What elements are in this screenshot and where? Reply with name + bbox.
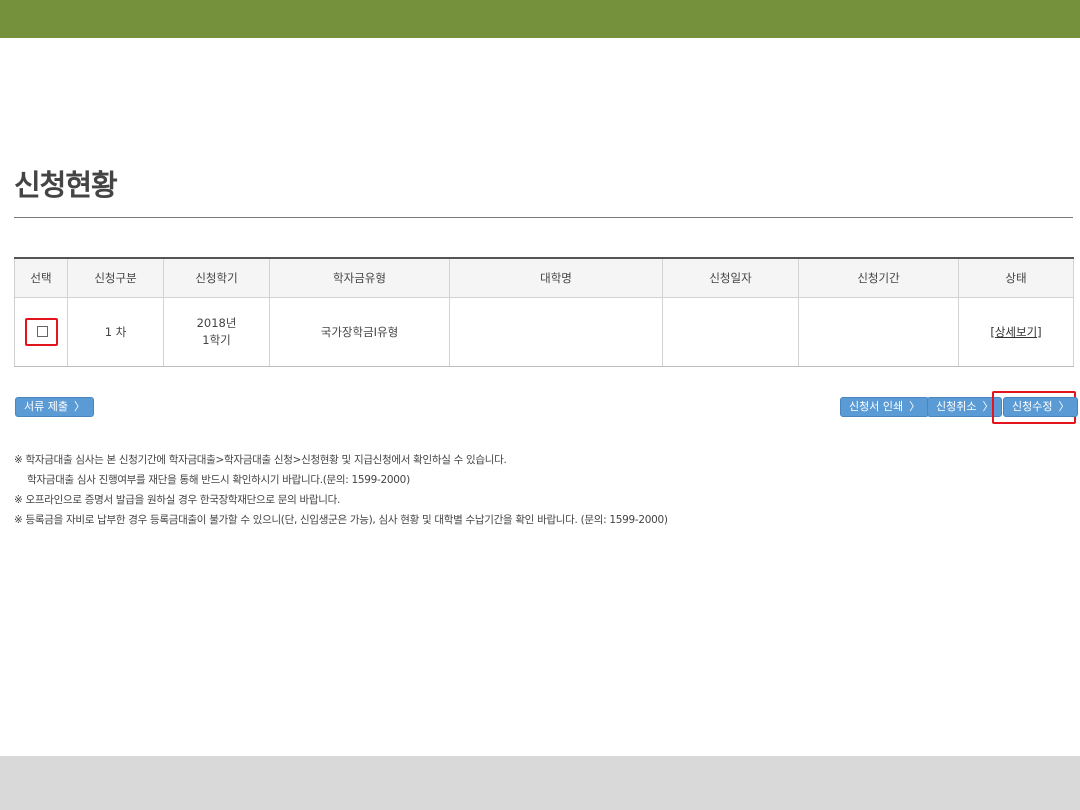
header-apply-date: 신청일자: [662, 258, 799, 298]
submit-documents-label: 서류 제출: [24, 400, 68, 413]
title-divider: [14, 217, 1073, 218]
chevron-right-icon: 〉: [73, 400, 85, 413]
chevron-right-icon: 〉: [909, 400, 921, 413]
cancel-application-label: 신청취소: [936, 400, 977, 413]
cell-loan-type: 국가장학금I유형: [269, 297, 450, 367]
header-apply-period: 신청기간: [798, 258, 959, 298]
bottom-bar: [0, 756, 1080, 810]
notice-line: ※ 학자금대출 심사는 본 신청기간에 학자금대출>학자금대출 신청>신청현황 …: [14, 454, 507, 466]
print-application-label: 신청서 인쇄: [849, 400, 904, 413]
page-title: 신청현황: [14, 168, 118, 202]
cell-status: [상세보기]: [958, 297, 1074, 367]
cell-apply-period: [798, 297, 959, 367]
submit-documents-button[interactable]: 서류 제출 〉: [15, 397, 94, 417]
cell-category: 1 차: [67, 297, 164, 367]
cell-semester: 2018년 1학기: [163, 297, 270, 367]
cell-select: [14, 297, 68, 367]
chevron-right-icon: 〉: [1058, 400, 1070, 413]
header-university: 대학명: [449, 258, 663, 298]
modify-application-button[interactable]: 신청수정 〉: [1003, 397, 1079, 417]
cell-apply-date: [662, 297, 799, 367]
row-select-checkbox[interactable]: [36, 326, 48, 337]
header-semester: 신청학기: [163, 258, 270, 298]
header-status: 상태: [958, 258, 1074, 298]
semester-term: 1학기: [202, 333, 231, 347]
cell-university: [449, 297, 663, 367]
modify-application-label: 신청수정: [1012, 400, 1053, 413]
header-category: 신청구분: [67, 258, 164, 298]
application-status-table: 선택 신청구분 신청학기 학자금유형 대학명 신청일자 신청기간 상태 1 차 …: [14, 257, 1074, 367]
top-banner: [0, 0, 1080, 38]
detail-view-link[interactable]: [상세보기]: [990, 325, 1041, 339]
semester-year: 2018년: [196, 316, 237, 330]
print-application-button[interactable]: 신청서 인쇄 〉: [840, 397, 930, 417]
header-select: 선택: [14, 258, 68, 298]
notice-line: ※ 등록금을 자비로 납부한 경우 등록금대출이 불가할 수 있으니(단, 신입…: [14, 514, 668, 526]
header-loan-type: 학자금유형: [269, 258, 450, 298]
notice-line: 학자금대출 심사 진행여부를 재단을 통해 반드시 확인하시기 바랍니다.(문의…: [27, 474, 410, 486]
notice-line: ※ 오프라인으로 증명서 발급을 원하실 경우 한국장학재단으로 문의 바랍니다…: [14, 494, 340, 506]
notice-list: ※ 학자금대출 심사는 본 신청기간에 학자금대출>학자금대출 신청>신청현황 …: [14, 450, 668, 530]
table-header-row: 선택 신청구분 신청학기 학자금유형 대학명 신청일자 신청기간 상태: [14, 258, 1074, 298]
checkbox-highlight: [24, 318, 58, 346]
table-row: 1 차 2018년 1학기 국가장학금I유형 [상세보기]: [14, 297, 1074, 367]
